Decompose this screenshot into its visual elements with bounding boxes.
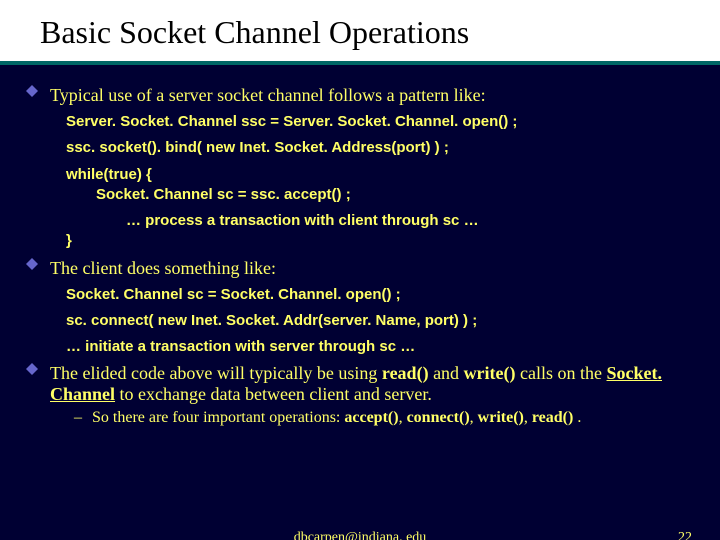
code-line: while(true) { Socket. Channel sc = ssc. … — [66, 165, 694, 206]
code-line: Socket. Channel sc = Socket. Channel. op… — [66, 285, 694, 305]
text: , — [524, 409, 532, 426]
keyword: write() — [464, 363, 516, 383]
code-text: … — [396, 338, 415, 355]
text: calls on the — [516, 363, 607, 383]
bullet-level1: Typical use of a server socket channel f… — [26, 85, 694, 106]
slide: Basic Socket Channel Operations Typical … — [0, 0, 720, 540]
keyword: write() — [478, 409, 524, 426]
code-text: … — [459, 212, 478, 229]
code-text: … process a transaction with client thro… — [126, 212, 443, 229]
bullet-level1: The elided code above will typically be … — [26, 363, 694, 405]
code-text: Socket. Channel sc = ssc. accept() ; — [66, 185, 351, 205]
slide-body: Typical use of a server socket channel f… — [0, 65, 720, 427]
keyword: accept() — [344, 409, 398, 426]
text: , — [399, 409, 407, 426]
code-line: sc. connect( new Inet. Socket. Addr(serv… — [66, 311, 694, 331]
code-line: ssc. socket(). bind( new Inet. Socket. A… — [66, 138, 694, 158]
bullet-text: So there are four important operations: … — [92, 409, 694, 427]
code-text: … process a transaction with client thro… — [66, 211, 479, 231]
bullet-level2: – So there are four important operations… — [74, 409, 694, 427]
slide-title: Basic Socket Channel Operations — [0, 0, 720, 61]
diamond-bullet-icon — [26, 363, 50, 375]
code-text: … initiate a transaction with server thr… — [66, 338, 379, 355]
text: The elided code above will typically be … — [50, 363, 382, 383]
keyword: read() — [382, 363, 429, 383]
text: to exchange data between client and serv… — [115, 384, 432, 404]
code-var: sc — [443, 212, 460, 229]
bullet-text: Typical use of a server socket channel f… — [50, 85, 694, 106]
code-line: … initiate a transaction with server thr… — [66, 337, 694, 357]
text: and — [429, 363, 464, 383]
code-var: sc — [379, 338, 396, 355]
bullet-text: The client does something like: — [50, 258, 694, 279]
code-line: Server. Socket. Channel ssc = Server. So… — [66, 112, 694, 132]
page-number: 22 — [678, 530, 692, 540]
text: , — [470, 409, 478, 426]
keyword: read() — [532, 409, 573, 426]
text: So there are four important operations: — [92, 409, 344, 426]
keyword: connect() — [407, 409, 470, 426]
code-text: } — [66, 232, 72, 249]
bullet-text: The elided code above will typically be … — [50, 363, 694, 405]
diamond-bullet-icon — [26, 85, 50, 97]
code-line: … process a transaction with client thro… — [66, 211, 694, 252]
diamond-bullet-icon — [26, 258, 50, 270]
footer-email: dbcarpen@indiana. edu — [294, 530, 427, 540]
text: . — [573, 409, 581, 426]
code-text: while(true) { — [66, 166, 152, 183]
title-bar: Basic Socket Channel Operations — [0, 0, 720, 65]
bullet-level1: The client does something like: — [26, 258, 694, 279]
dash-bullet-icon: – — [74, 409, 92, 427]
